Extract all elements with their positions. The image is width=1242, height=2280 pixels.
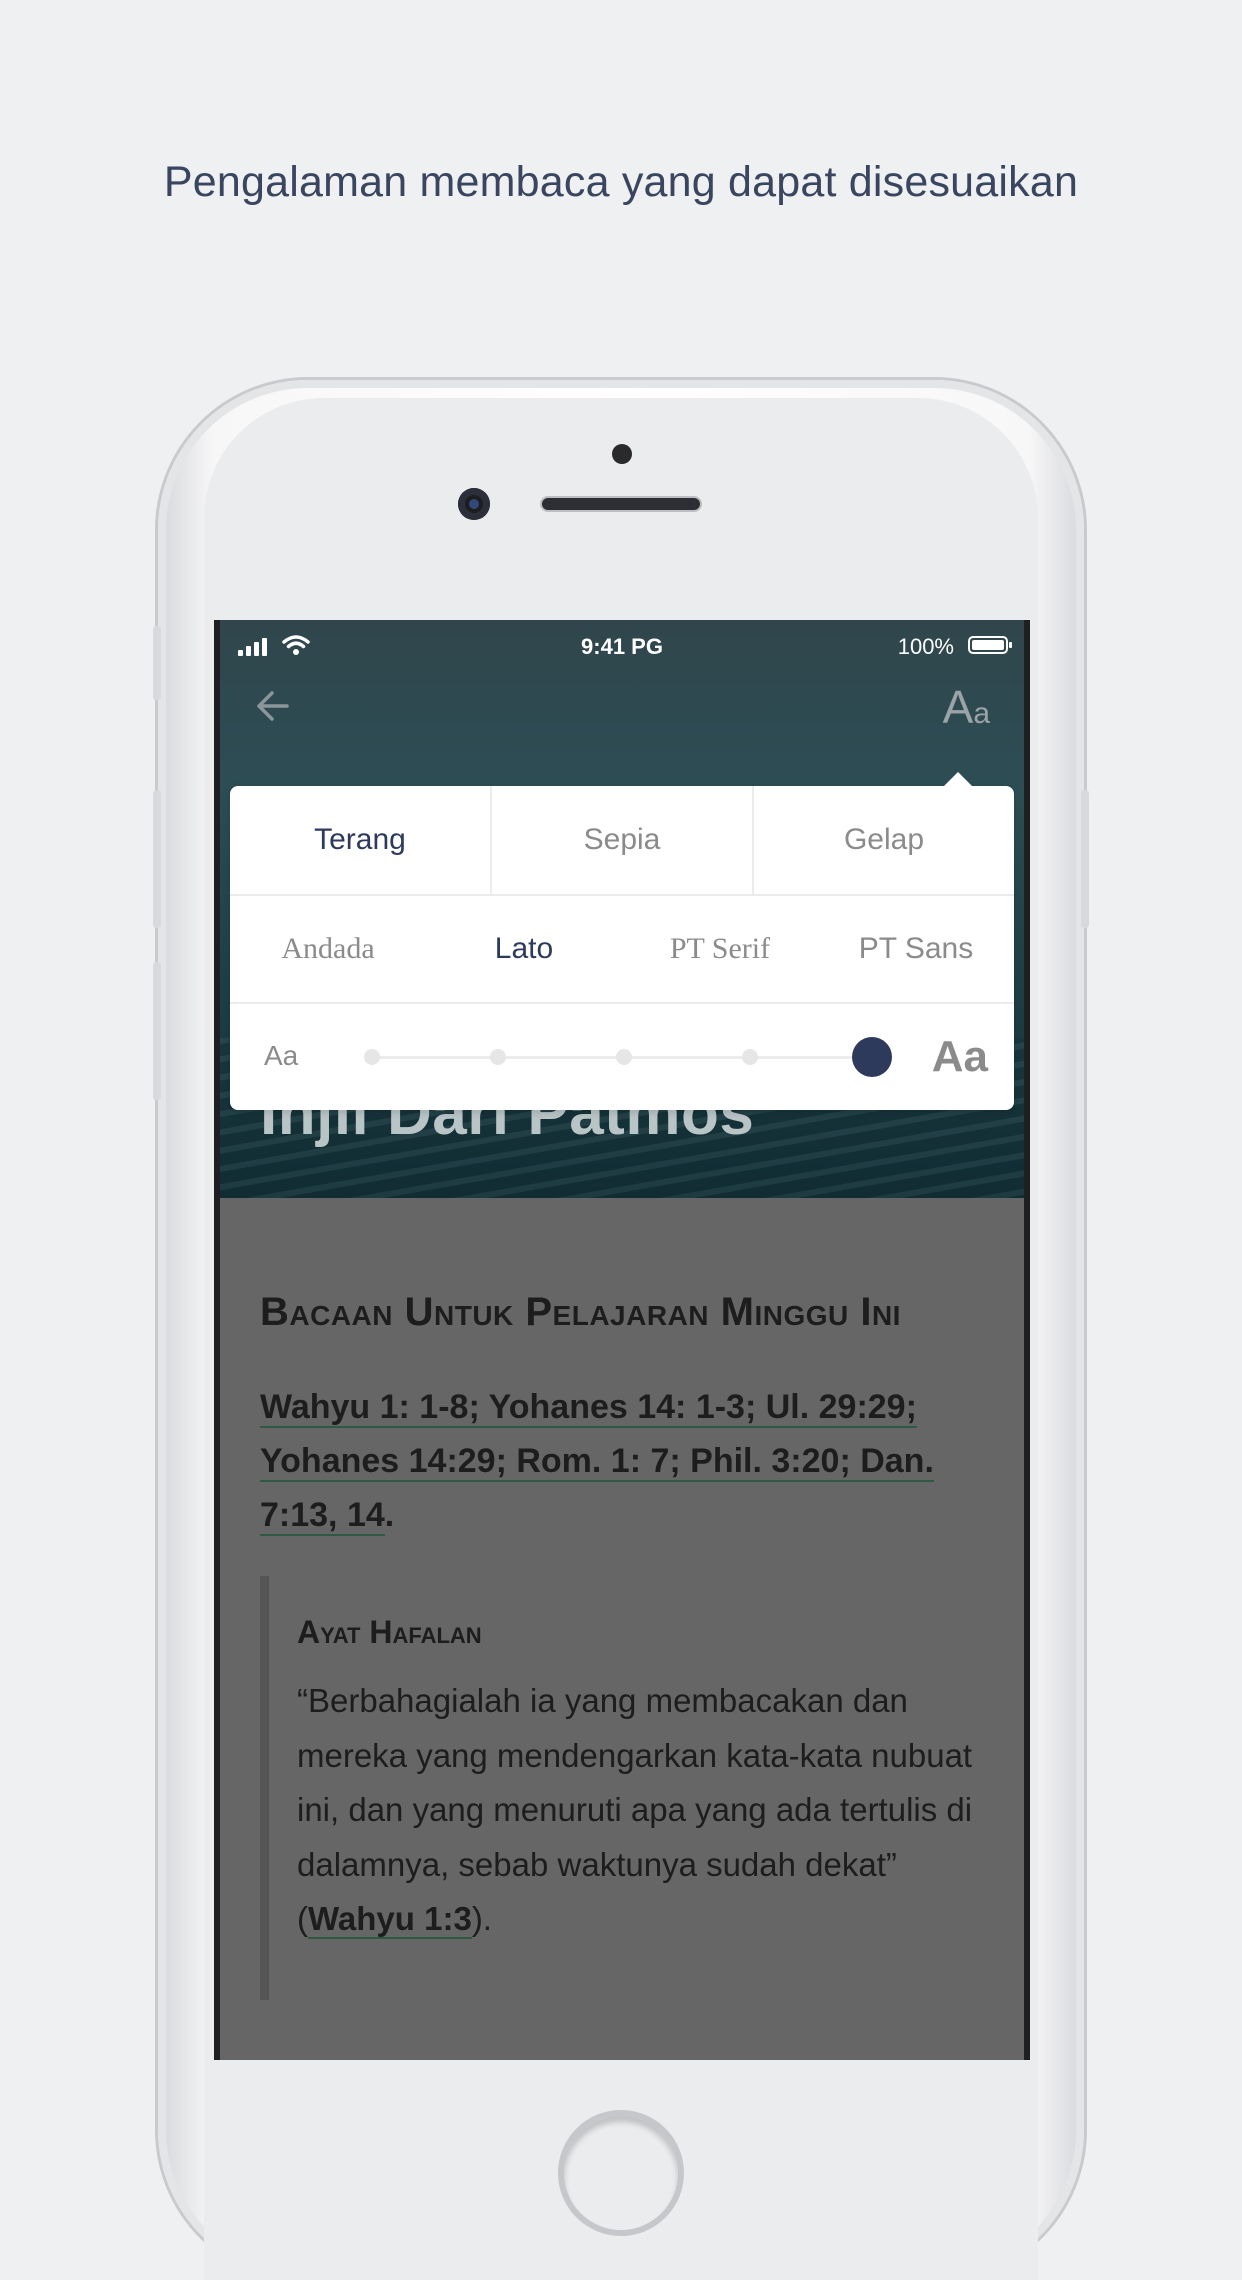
battery-icon xyxy=(968,636,1012,654)
back-arrow-icon[interactable] xyxy=(254,690,290,722)
font-icon-large-a: A xyxy=(942,681,974,733)
font-size-slider-knob[interactable] xyxy=(852,1037,892,1077)
battery-percentage: 100% xyxy=(897,634,954,659)
font-settings-icon[interactable]: Aa xyxy=(943,680,990,734)
reading-content: Bacaan Untuk Pelajaran Minggu Ini Wahyu … xyxy=(220,1198,1024,2060)
font-size-step[interactable] xyxy=(364,1049,380,1065)
memory-verse-reference-link[interactable]: Wahyu 1:3 xyxy=(308,1900,472,1939)
memory-verse-end: ). xyxy=(471,1900,492,1937)
memory-verse-title: Ayat Hafalan xyxy=(297,1614,482,1650)
font-size-selector: Aa Aa xyxy=(230,1004,1014,1110)
proximity-sensor xyxy=(612,444,632,464)
power-button xyxy=(1081,790,1089,928)
font-size-step[interactable] xyxy=(742,1049,758,1065)
font-icon-small-a: a xyxy=(973,697,990,730)
font-option-andada[interactable]: Andada xyxy=(230,896,426,1002)
font-size-small-label: Aa xyxy=(264,1040,299,1071)
theme-option-terang[interactable]: Terang xyxy=(230,786,492,894)
earpiece-speaker xyxy=(540,496,702,512)
section-title: Bacaan Untuk Pelajaran Minggu Ini xyxy=(260,1290,901,1334)
theme-option-gelap[interactable]: Gelap xyxy=(754,786,1014,894)
headline: Pengalaman membaca yang dapat disesuaika… xyxy=(163,158,1079,206)
volume-up-button xyxy=(153,790,161,928)
font-size-large-label: Aa xyxy=(931,1032,988,1081)
memory-verse-body: “Berbahagialah ia yang membacakan dan me… xyxy=(297,1682,973,1937)
app-screen: Injil Dari Patmos 9:41 PG 100% Aa Bacaan… xyxy=(214,620,1030,2060)
memory-verse-block: Ayat Hafalan “Berbahagialah ia yang memb… xyxy=(260,1576,989,2000)
font-selector: Andada Lato PT Serif PT Sans xyxy=(230,896,1014,1004)
reference-link[interactable]: Wahyu 1: 1-8; Yohanes 14: 1-3; Ul. 29:29… xyxy=(260,1388,934,1536)
font-size-step[interactable] xyxy=(490,1049,506,1065)
front-camera xyxy=(458,488,490,520)
font-option-pt-sans[interactable]: PT Sans xyxy=(818,896,1014,1002)
theme-selector: Terang Sepia Gelap xyxy=(230,786,1014,896)
mute-switch xyxy=(153,626,161,700)
status-bar: 9:41 PG 100% xyxy=(220,620,1024,670)
font-option-lato[interactable]: Lato xyxy=(426,896,622,1002)
volume-down-button xyxy=(153,962,161,1100)
font-option-pt-serif[interactable]: PT Serif xyxy=(622,896,818,1002)
references-end: . xyxy=(384,1496,395,1534)
font-size-step[interactable] xyxy=(616,1049,632,1065)
theme-option-sepia[interactable]: Sepia xyxy=(492,786,754,894)
bible-references: Wahyu 1: 1-8; Yohanes 14: 1-3; Ul. 29:29… xyxy=(260,1380,980,1542)
memory-verse-text: “Berbahagialah ia yang membacakan dan me… xyxy=(297,1674,987,1947)
reading-settings-popover: Terang Sepia Gelap Andada Lato PT Serif … xyxy=(230,772,1014,1110)
home-button[interactable] xyxy=(558,2110,684,2236)
